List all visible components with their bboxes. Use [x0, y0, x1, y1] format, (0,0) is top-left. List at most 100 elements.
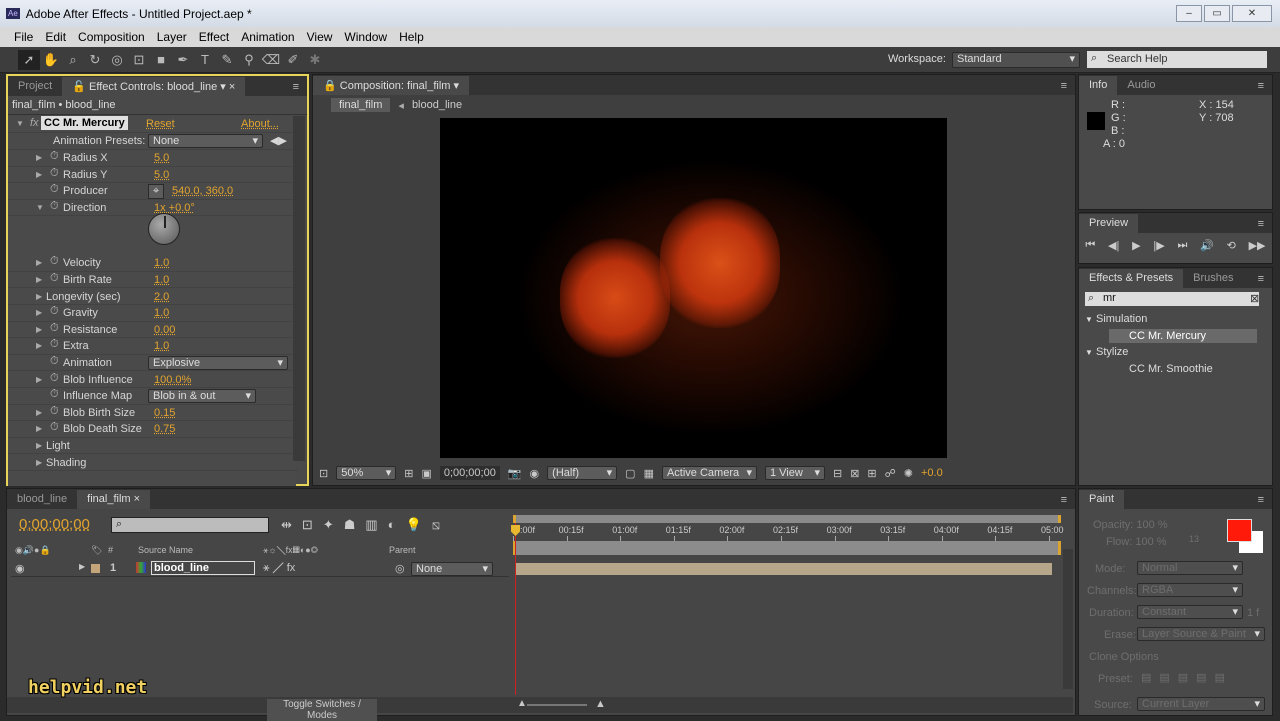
audio-icon[interactable]: 🔊	[1200, 239, 1214, 252]
selection-tool-icon[interactable]: ➚	[18, 50, 40, 70]
tab-project[interactable]: Project	[8, 77, 62, 96]
resolution-dropdown[interactable]: (Half)	[547, 466, 618, 480]
work-area-range[interactable]	[513, 541, 1061, 555]
channels-dropdown[interactable]: RGBA	[1137, 583, 1243, 597]
playhead[interactable]	[515, 523, 516, 695]
toggle-pixel-icon[interactable]: ⊟	[833, 467, 842, 480]
expand-icon[interactable]: ▶	[36, 375, 42, 384]
ram-preview-icon[interactable]: ▶▶	[1249, 239, 1266, 252]
flow-value[interactable]: 100 %	[1135, 536, 1166, 548]
roi-icon[interactable]: ▢	[625, 467, 635, 480]
menu-animation[interactable]: Animation	[235, 30, 300, 44]
stopwatch-icon[interactable]: ⏱	[50, 405, 59, 418]
clone-preset-icons[interactable]: ▤▤▤▤▤	[1141, 671, 1233, 684]
menu-file[interactable]: File	[8, 30, 39, 44]
param-dropdown[interactable]: Blob in & out	[148, 389, 256, 404]
expand-icon[interactable]: ▼	[36, 203, 44, 212]
timeline-timecode[interactable]: 0;00;00;00	[19, 516, 90, 533]
param-value[interactable]: 1.0	[154, 307, 169, 319]
menu-view[interactable]: View	[301, 30, 339, 44]
stopwatch-icon[interactable]: ⏱	[50, 322, 59, 335]
draft-3d-icon[interactable]: ✦	[323, 517, 334, 533]
foreground-color-swatch[interactable]	[1227, 519, 1252, 542]
label-color[interactable]	[91, 564, 100, 573]
panel-menu-icon[interactable]: ≡	[285, 78, 307, 96]
about-link[interactable]: About...	[241, 118, 279, 130]
pen-tool-icon[interactable]: ✒	[172, 50, 194, 70]
timeline-icon[interactable]: ⊞	[867, 467, 876, 480]
param-value[interactable]: 5.0	[154, 152, 169, 164]
stopwatch-icon[interactable]: ⏱	[50, 255, 59, 268]
effect-name[interactable]: CC Mr. Mercury	[41, 116, 128, 130]
zoom-dropdown[interactable]: 50%	[336, 466, 397, 480]
shy-icon[interactable]: ☗	[344, 517, 356, 533]
show-channel-icon[interactable]: ◉	[530, 467, 540, 480]
parent-dropdown[interactable]: None	[411, 562, 493, 576]
panel-menu-icon[interactable]: ≡	[1250, 270, 1272, 288]
expand-icon[interactable]: ▶	[36, 441, 42, 450]
text-tool-icon[interactable]: T	[194, 50, 216, 70]
zoom-tool-icon[interactable]: ⌕	[62, 50, 84, 70]
stopwatch-icon[interactable]: ⏱	[50, 167, 59, 180]
prev-frame-icon[interactable]: ◀|	[1108, 239, 1119, 252]
close-window-button[interactable]: ✕	[1232, 5, 1272, 22]
motion-blur-icon[interactable]: ◐	[388, 517, 396, 533]
param-value[interactable]: 0.75	[154, 423, 175, 435]
menu-effect[interactable]: Effect	[193, 30, 235, 44]
param-value[interactable]: 0.00	[154, 324, 175, 336]
stopwatch-icon[interactable]: ⏱	[50, 388, 59, 401]
stopwatch-icon[interactable]: ⏱	[50, 183, 59, 196]
expand-icon[interactable]: ▶	[36, 341, 42, 350]
flowchart-icon[interactable]: ☍	[885, 467, 896, 480]
panel-menu-icon[interactable]: ≡	[1250, 77, 1272, 95]
crumb-blood-line[interactable]: blood_line	[412, 99, 462, 111]
crumb-final-film[interactable]: final_film	[331, 98, 391, 112]
tab-info[interactable]: Info	[1079, 76, 1118, 95]
tab-effects-presets[interactable]: Effects & Presets	[1079, 269, 1184, 288]
presets-dropdown[interactable]: None	[148, 134, 263, 148]
pan-behind-tool-icon[interactable]: ⊡	[128, 50, 150, 70]
safe-zones-icon[interactable]: ▣	[421, 467, 431, 480]
column-source-name[interactable]: Source Name	[138, 545, 193, 555]
tab-paint[interactable]: Paint	[1079, 490, 1125, 509]
param-value[interactable]: 1.0	[154, 257, 169, 269]
exposure-value[interactable]: +0.0	[921, 467, 943, 479]
tab-blood-line[interactable]: blood_line	[7, 490, 77, 509]
param-value[interactable]: 1.0	[154, 340, 169, 352]
brush-tool-icon[interactable]: ✎	[216, 50, 238, 70]
expand-icon[interactable]: ▶	[36, 258, 42, 267]
first-frame-icon[interactable]: ⏮	[1085, 239, 1095, 252]
fast-preview-icon[interactable]: ⊠	[850, 467, 859, 480]
param-value[interactable]: 540.0, 360.0	[172, 185, 233, 197]
group-simulation[interactable]: Simulation	[1096, 313, 1147, 325]
menu-help[interactable]: Help	[393, 30, 430, 44]
search-help-input[interactable]: Search Help	[1087, 51, 1267, 68]
brainstorm-icon[interactable]: 💡	[406, 517, 422, 533]
expand-icon[interactable]: ▶	[36, 170, 42, 179]
current-time[interactable]: 0;00;00;00	[439, 466, 500, 480]
rotate-tool-icon[interactable]: ↻	[84, 50, 106, 70]
param-dropdown[interactable]: Explosive	[148, 355, 288, 370]
param-value[interactable]: 2.0	[154, 291, 169, 303]
mode-dropdown[interactable]: Normal	[1137, 561, 1243, 575]
panel-menu-icon[interactable]: ≡	[1250, 215, 1272, 233]
menu-composition[interactable]: Composition	[72, 30, 151, 44]
expand-icon[interactable]: ▶	[36, 424, 42, 433]
camera-dropdown[interactable]: Active Camera	[661, 466, 757, 480]
comp-mini-flowchart-icon[interactable]: ⇹	[281, 517, 292, 533]
hand-tool-icon[interactable]: ✋	[40, 50, 62, 70]
expand-icon[interactable]: ▶	[36, 408, 42, 417]
roto-brush-tool-icon[interactable]: ✐	[282, 50, 304, 70]
last-frame-icon[interactable]: ⏭	[1177, 239, 1187, 252]
expand-icon[interactable]: ▶	[36, 458, 42, 467]
expand-icon[interactable]: ▶	[36, 292, 42, 301]
param-value[interactable]: 0.15	[154, 407, 175, 419]
tab-audio[interactable]: Audio	[1117, 76, 1165, 95]
timeline-search-input[interactable]: ⌕	[111, 517, 269, 533]
region-icon[interactable]: ⊡	[319, 467, 328, 480]
puppet-tool-icon[interactable]: ✱	[304, 50, 326, 70]
opacity-value[interactable]: 100 %	[1136, 519, 1167, 531]
zoom-out-icon[interactable]: ▲	[517, 698, 527, 709]
stopwatch-icon[interactable]: ⏱	[50, 372, 59, 385]
panel-menu-icon[interactable]: ≡	[1053, 77, 1075, 95]
